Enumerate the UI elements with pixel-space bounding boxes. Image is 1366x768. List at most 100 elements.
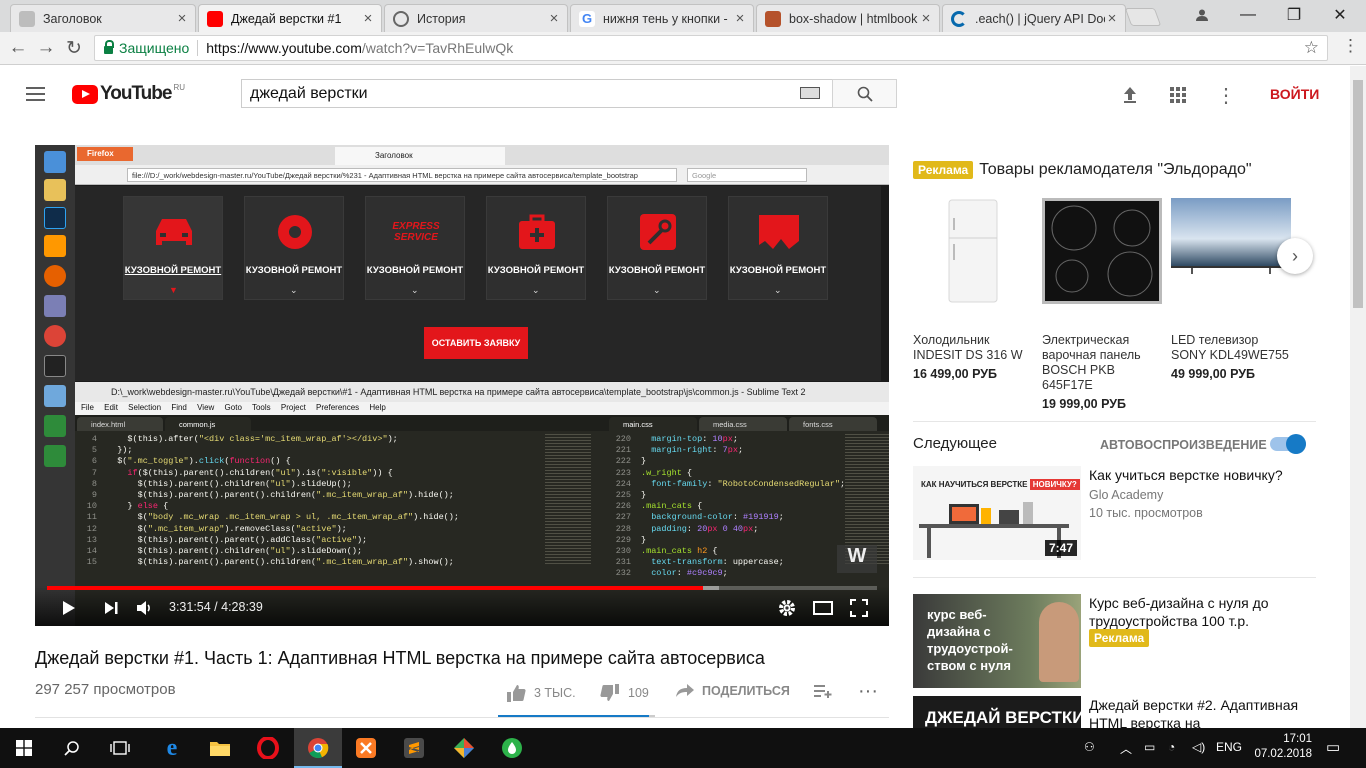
more-actions-icon[interactable]: ··· bbox=[858, 680, 878, 703]
ad-product[interactable]: LED телевизор SONY KDL49WE755 49 999,00 … bbox=[1171, 198, 1293, 381]
close-icon[interactable]: × bbox=[361, 10, 375, 27]
close-icon[interactable]: × bbox=[919, 10, 933, 27]
windows-taskbar: e ⚇ ︿ ▭ ◔ ◁) ENG 17:01 07.02.2018 ▭ bbox=[0, 728, 1366, 768]
channel-name[interactable]: Glo Academy bbox=[1089, 488, 1163, 502]
service-card-label: КУЗОВНОЙ РЕМОНТ bbox=[729, 265, 827, 276]
youtube-logo[interactable]: YouTube RU bbox=[72, 83, 185, 105]
notifications-icon[interactable]: ▭ bbox=[1326, 738, 1340, 756]
editor-code-js: 4 $(this).after("<div class='mc_item_wra… bbox=[86, 434, 459, 568]
xampp-app[interactable] bbox=[342, 728, 390, 768]
ad-product[interactable]: Холодильник INDESIT DS 316 W 16 499,00 Р… bbox=[913, 198, 1035, 381]
start-button[interactable] bbox=[0, 728, 48, 768]
add-to-playlist-button[interactable] bbox=[814, 684, 832, 698]
search-button[interactable] bbox=[832, 79, 897, 108]
next-button[interactable] bbox=[99, 598, 123, 618]
browser-tab-title[interactable]: Заголовок × bbox=[10, 4, 196, 32]
browser-tab-jquery[interactable]: .each() | jQuery API Doc × bbox=[942, 4, 1126, 32]
login-button[interactable]: ВОЙТИ bbox=[1270, 86, 1319, 102]
recommended-video[interactable]: ДЖЕДАЙ ВЕРСТКИ #2 Джедай верстки #2. Ада… bbox=[913, 696, 1316, 728]
chevron-down-icon: ⌄ bbox=[411, 285, 419, 295]
browser-tab-google[interactable]: G нижня тень у кнопки - × bbox=[570, 4, 754, 32]
bookmark-star-icon[interactable]: ☆ bbox=[1304, 38, 1319, 58]
minimize-button[interactable]: — bbox=[1226, 0, 1270, 30]
language-indicator[interactable]: ENG bbox=[1216, 740, 1242, 754]
autoplay-toggle[interactable] bbox=[1270, 434, 1306, 454]
channel-watermark[interactable]: W bbox=[837, 545, 877, 573]
reload-button[interactable]: ↻ bbox=[62, 36, 86, 60]
apps-grid-icon[interactable] bbox=[1167, 84, 1189, 106]
recommended-video[interactable]: КАК НАУЧИТЬСЯ ВЕРСТКЕ НОВИЧКУ? 7:47 Как … bbox=[913, 466, 1316, 566]
miniplayer-button[interactable] bbox=[811, 598, 835, 618]
carousel-next-button[interactable]: › bbox=[1277, 238, 1313, 274]
leave-request-button: ОСТАВИТЬ ЗАЯВКУ bbox=[424, 327, 528, 359]
close-icon[interactable]: × bbox=[733, 10, 747, 27]
play-button[interactable] bbox=[57, 598, 81, 618]
chrome-icon bbox=[44, 325, 66, 347]
upload-icon[interactable] bbox=[1119, 84, 1141, 106]
hamburger-menu-icon[interactable] bbox=[26, 87, 45, 101]
editor-menu-item: Tools bbox=[251, 403, 271, 412]
recommended-video[interactable]: курс веб-дизайна с трудоустрой-ством с н… bbox=[913, 594, 1316, 688]
task-view-button[interactable] bbox=[96, 728, 144, 768]
browser-menu-icon[interactable]: ⋮ bbox=[1342, 36, 1359, 56]
ad-product[interactable]: Электрическая варочная панель BOSCH PKB … bbox=[1042, 198, 1164, 411]
browser-tab-history[interactable]: История × bbox=[384, 4, 568, 32]
video-thumbnail[interactable]: КАК НАУЧИТЬСЯ ВЕРСТКЕ НОВИЧКУ? 7:47 bbox=[913, 466, 1081, 560]
editor-menu-item: Find bbox=[171, 403, 187, 412]
wifi-icon[interactable]: ◔ bbox=[1168, 740, 1175, 754]
clock[interactable]: 17:01 07.02.2018 bbox=[1252, 732, 1312, 762]
new-tab-button[interactable] bbox=[1124, 8, 1162, 26]
maximize-button[interactable]: ❐ bbox=[1272, 0, 1316, 30]
ad-title[interactable]: Товары рекламодателя "Эльдорадо" bbox=[979, 161, 1251, 179]
sublime-app[interactable] bbox=[390, 728, 438, 768]
video-title[interactable]: Джедай верстки #2. Адаптивная HTML верст… bbox=[1089, 696, 1316, 728]
app-green[interactable] bbox=[488, 728, 536, 768]
share-button[interactable]: ПОДЕЛИТЬСЯ bbox=[676, 684, 790, 698]
video-title[interactable]: Курс веб-дизайна с нуля до трудоустройст… bbox=[1089, 594, 1319, 630]
git-app[interactable] bbox=[440, 728, 488, 768]
search-button[interactable] bbox=[48, 728, 96, 768]
profile-icon[interactable] bbox=[1180, 0, 1224, 30]
close-icon[interactable]: × bbox=[175, 10, 189, 27]
thumbs-down-icon bbox=[600, 684, 619, 701]
fullscreen-button[interactable] bbox=[847, 598, 871, 618]
page-scrollbar[interactable] bbox=[1350, 66, 1366, 728]
chrome-icon bbox=[308, 738, 329, 759]
editor-tabs: index.html common.js main.css media.css … bbox=[75, 415, 889, 431]
browser-tab-youtube[interactable]: Джедай верстки #1 × bbox=[198, 4, 382, 32]
divider bbox=[913, 421, 1316, 422]
more-vert-icon[interactable]: ⋮ bbox=[1215, 84, 1237, 107]
wheel-icon bbox=[278, 215, 312, 249]
settings-button[interactable] bbox=[775, 598, 799, 618]
volume-button[interactable] bbox=[133, 598, 157, 618]
dislike-button[interactable]: 109 bbox=[600, 684, 649, 702]
browser-tabstrip: Заголовок × Джедай верстки #1 × История … bbox=[0, 0, 1366, 32]
keyboard-icon[interactable] bbox=[800, 87, 820, 99]
scrollbar-thumb[interactable] bbox=[1353, 80, 1363, 308]
chevron-up-icon[interactable]: ︿ bbox=[1120, 740, 1132, 757]
volume-icon[interactable]: ◁) bbox=[1192, 740, 1205, 754]
close-icon[interactable]: × bbox=[547, 10, 561, 27]
battery-icon[interactable]: ▭ bbox=[1144, 740, 1155, 754]
address-bar[interactable]: Защищено https://www.youtube.com/watch?v… bbox=[94, 35, 1328, 61]
like-button[interactable]: 3 ТЫС. bbox=[506, 684, 576, 702]
video-thumbnail[interactable]: курс веб-дизайна с трудоустрой-ством с н… bbox=[913, 594, 1081, 688]
window-close-button[interactable]: ✕ bbox=[1318, 0, 1362, 30]
opera-app[interactable] bbox=[244, 728, 292, 768]
video-title[interactable]: Как учиться верстке новичку? bbox=[1089, 466, 1319, 484]
history-icon bbox=[393, 10, 409, 27]
back-button[interactable]: ← bbox=[6, 36, 30, 60]
browser-tab-htmlbook[interactable]: box-shadow | htmlbook × bbox=[756, 4, 940, 32]
video-player[interactable]: Firefox Заголовок file:///D:/_work/webde… bbox=[35, 145, 889, 626]
edge-app[interactable]: e bbox=[148, 728, 196, 768]
people-icon[interactable]: ⚇ bbox=[1084, 740, 1095, 754]
tab-label: История bbox=[417, 11, 466, 26]
explorer-app[interactable] bbox=[196, 728, 244, 768]
search-input[interactable]: джедай верстки bbox=[241, 79, 841, 108]
chrome-app[interactable] bbox=[294, 728, 342, 768]
close-icon[interactable]: × bbox=[1105, 10, 1119, 27]
progress-bar[interactable] bbox=[47, 586, 877, 590]
forward-button[interactable]: → bbox=[34, 36, 58, 60]
video-thumbnail[interactable]: ДЖЕДАЙ ВЕРСТКИ #2 bbox=[913, 696, 1081, 728]
ad-badge: Реклама bbox=[913, 161, 974, 179]
